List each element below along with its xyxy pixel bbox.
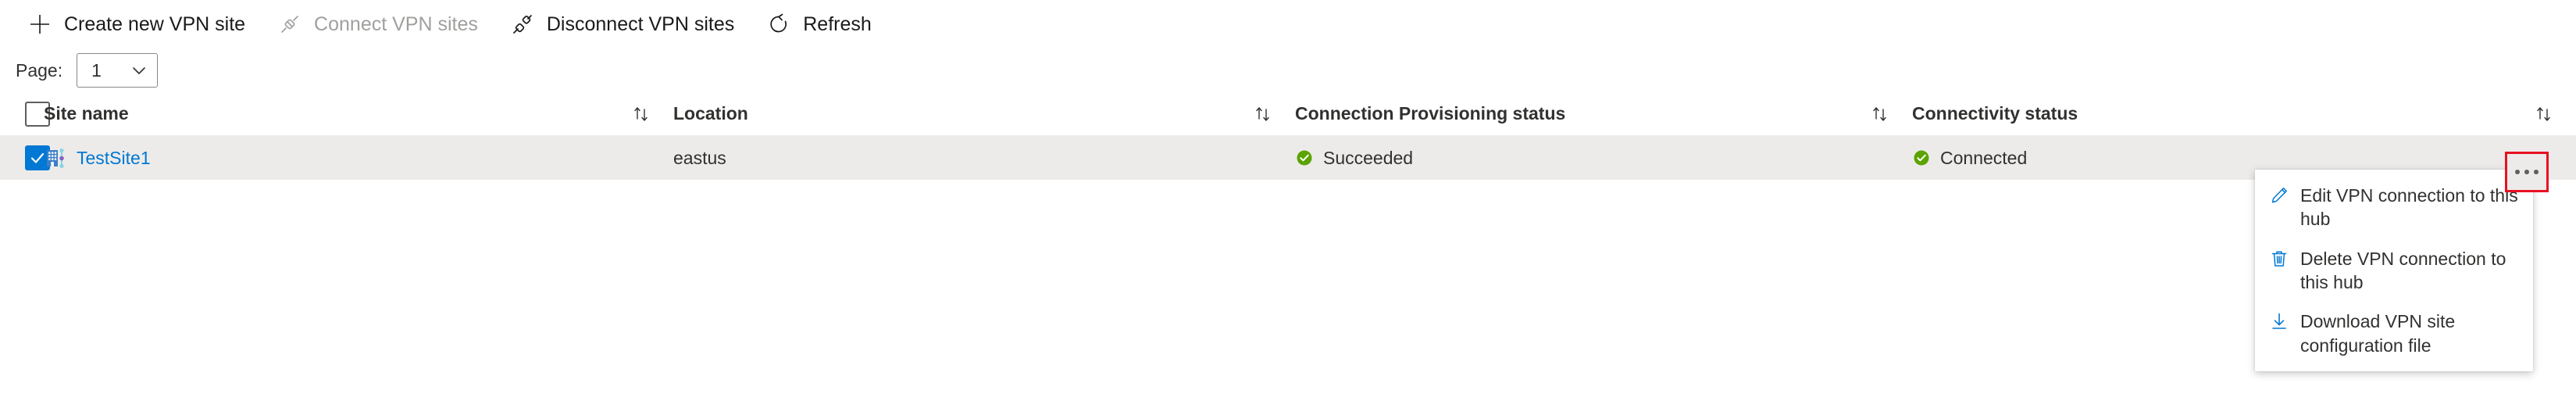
page-select[interactable]: 1 (77, 53, 159, 88)
row-context-menu: Edit VPN connection to this hub Delete V… (2255, 170, 2533, 372)
chevron-down-icon (126, 54, 152, 87)
sort-updown-icon (1253, 104, 1295, 124)
page-select-value: 1 (91, 59, 102, 81)
row-select-cell (0, 136, 50, 180)
menu-item-delete-vpn-connection[interactable]: Delete VPN connection to this hub (2255, 239, 2533, 303)
select-all-cell (0, 92, 50, 135)
ellipsis-icon (2515, 170, 2539, 174)
create-new-vpn-site-label: Create new VPN site (64, 13, 246, 35)
sort-updown-icon (631, 104, 673, 124)
provisioning-status-text: Succeeded (1323, 147, 1414, 168)
trash-icon (2266, 247, 2292, 269)
column-header-location-label: Location (673, 103, 748, 124)
menu-item-download-vpn-site-config-label: Download VPN site configuration file (2300, 311, 2456, 356)
column-header-site-name-label: Site name (44, 103, 129, 124)
connect-vpn-sites-button[interactable]: Connect VPN sites (277, 0, 494, 48)
sort-provisioning-status-button[interactable]: Connection Provisioning status (1295, 92, 1912, 135)
create-new-vpn-site-button[interactable]: Create new VPN site (27, 0, 261, 48)
success-check-icon (1912, 149, 1931, 167)
column-header-connection-provisioning-status[interactable]: Connection Provisioning status (1295, 92, 1912, 135)
cell-location: eastus (673, 136, 1295, 180)
cell-site-name: TestSite1 (44, 136, 673, 180)
plus-icon (27, 11, 53, 38)
pager-row: Page: 1 (0, 48, 2576, 92)
menu-item-edit-vpn-connection-label: Edit VPN connection to this hub (2300, 185, 2518, 230)
command-bar: Create new VPN site Connect VPN sites Di… (0, 0, 2576, 48)
sort-connectivity-status-button[interactable]: Connectivity status (1912, 92, 2576, 135)
pager-label: Page: (16, 59, 63, 81)
download-arrow-icon (2266, 310, 2292, 331)
column-header-site-name[interactable]: Site name (44, 92, 673, 135)
vpn-site-icon (44, 146, 67, 170)
disconnect-plug-icon (509, 11, 536, 38)
disconnect-vpn-sites-button[interactable]: Disconnect VPN sites (509, 0, 750, 48)
success-check-icon (1295, 149, 1314, 167)
location-text: eastus (673, 147, 726, 168)
column-header-location[interactable]: Location (673, 92, 1295, 135)
grid-header-row: Site name Location Connection Provisioni… (0, 92, 2576, 136)
connect-plug-icon (277, 11, 303, 38)
disconnect-vpn-sites-label: Disconnect VPN sites (546, 13, 735, 35)
connect-vpn-sites-label: Connect VPN sites (314, 13, 478, 35)
refresh-button[interactable]: Refresh (765, 0, 887, 48)
site-name-link[interactable]: TestSite1 (77, 148, 151, 169)
menu-item-edit-vpn-connection[interactable]: Edit VPN connection to this hub (2255, 176, 2533, 239)
vpn-sites-grid: Site name Location Connection Provisioni… (0, 92, 2576, 180)
table-row[interactable]: TestSite1 eastus Succeeded Connected (0, 136, 2576, 180)
column-header-connectivity-status-label: Connectivity status (1912, 103, 2078, 124)
connectivity-status-text: Connected (1940, 147, 2028, 168)
sort-updown-icon (2534, 104, 2576, 124)
column-header-connectivity-status[interactable]: Connectivity status (1912, 92, 2576, 135)
sort-location-button[interactable]: Location (673, 92, 1295, 135)
sort-site-name-button[interactable]: Site name (44, 92, 673, 135)
refresh-icon (765, 11, 792, 38)
cell-provisioning-status: Succeeded (1295, 136, 1912, 180)
pencil-icon (2266, 184, 2292, 206)
menu-item-download-vpn-site-config[interactable]: Download VPN site configuration file (2255, 302, 2533, 365)
menu-item-delete-vpn-connection-label: Delete VPN connection to this hub (2300, 248, 2506, 293)
column-header-connection-provisioning-status-label: Connection Provisioning status (1295, 103, 1566, 124)
refresh-label: Refresh (803, 13, 872, 35)
sort-updown-icon (1870, 104, 1912, 124)
row-more-actions-button[interactable] (2505, 152, 2549, 192)
